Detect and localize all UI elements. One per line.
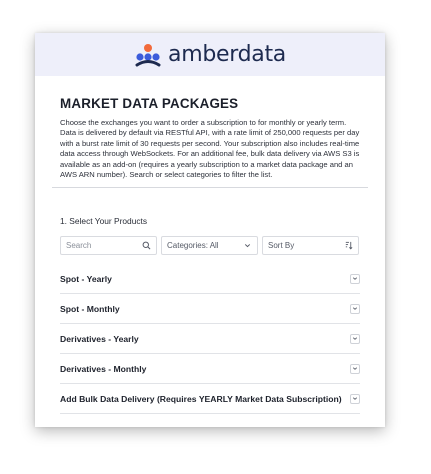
- amberdata-logo-icon: [135, 43, 161, 66]
- product-label: Spot - Yearly: [60, 273, 112, 284]
- brand-header: amberdata: [35, 33, 385, 76]
- expand-toggle[interactable]: [350, 393, 360, 404]
- product-label: Derivatives - Yearly: [60, 333, 139, 344]
- product-row-spot-monthly[interactable]: Spot - Monthly: [60, 294, 360, 325]
- chevron-down-icon: [352, 367, 358, 371]
- search-placeholder: Search: [66, 241, 92, 251]
- expand-toggle[interactable]: [350, 273, 360, 284]
- chevron-down-icon: [244, 244, 251, 248]
- product-row-derivatives-monthly[interactable]: Derivatives - Monthly: [60, 354, 360, 385]
- sort-icon: [345, 242, 353, 250]
- divider: [52, 187, 368, 189]
- category-select[interactable]: Categories: All: [161, 236, 258, 256]
- chevron-down-icon: [352, 397, 358, 401]
- brand-name: amberdata: [168, 42, 286, 67]
- chevron-down-icon: [352, 307, 358, 311]
- chevron-down-icon: [352, 337, 358, 341]
- search-icon[interactable]: [142, 241, 151, 250]
- expand-toggle[interactable]: [350, 333, 360, 344]
- amberdata-logo: amberdata: [134, 42, 286, 67]
- sort-select[interactable]: Sort By: [262, 236, 359, 256]
- product-label: Spot - Monthly: [60, 303, 120, 314]
- sort-value: Sort By: [268, 241, 295, 251]
- chevron-down-icon: [352, 277, 358, 281]
- expand-toggle[interactable]: [350, 303, 360, 314]
- product-row-spot-yearly[interactable]: Spot - Yearly: [60, 264, 360, 295]
- page-description: Choose the exchanges you want to order a…: [60, 118, 360, 180]
- product-label: Add Bulk Data Delivery (Requires YEARLY …: [60, 393, 342, 404]
- category-value: Categories: All: [167, 241, 219, 251]
- page-title: MARKET DATA PACKAGES: [60, 96, 239, 111]
- expand-toggle[interactable]: [350, 363, 360, 374]
- search-input[interactable]: Search: [60, 236, 157, 256]
- product-row-derivatives-yearly[interactable]: Derivatives - Yearly: [60, 324, 360, 355]
- product-label: Derivatives - Monthly: [60, 363, 147, 374]
- purchase-card: amberdata MARKET DATA PACKAGES Choose th…: [35, 33, 385, 427]
- product-list: Spot - Yearly Spot - Monthly Derivatives…: [60, 264, 360, 415]
- step-label: 1. Select Your Products: [60, 216, 148, 227]
- product-row-bulk-data-delivery[interactable]: Add Bulk Data Delivery (Requires YEARLY …: [60, 384, 360, 415]
- filter-bar: Search Categories: All Sort By: [60, 236, 360, 256]
